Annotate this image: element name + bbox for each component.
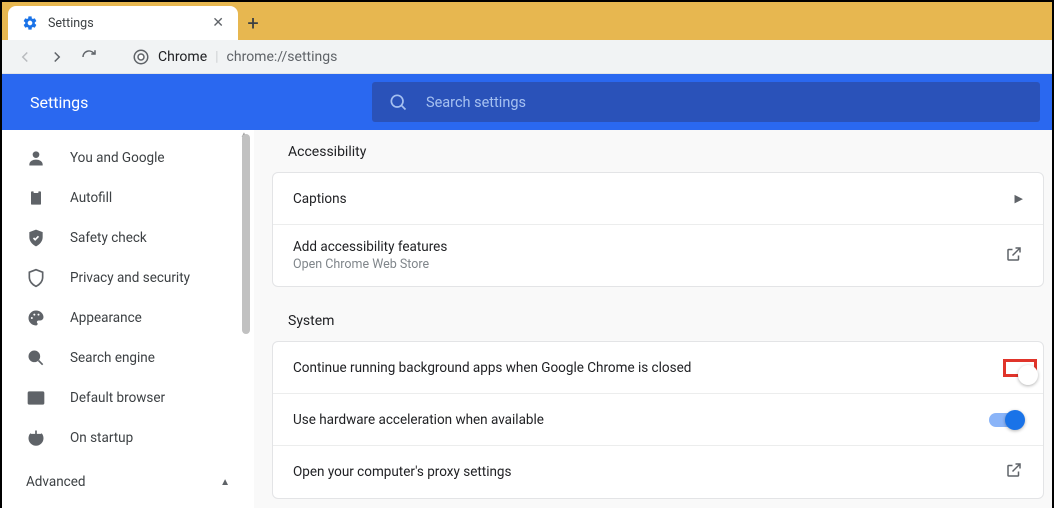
sidebar-item-appearance[interactable]: Appearance [2, 298, 254, 338]
advanced-label: Advanced [26, 474, 86, 490]
sidebar-item-safety-check[interactable]: Safety check [2, 218, 254, 258]
sidebar-advanced-toggle[interactable]: Advanced ▲ [2, 458, 254, 500]
chevron-right-icon: ▶ [1015, 192, 1023, 205]
chevron-up-icon: ▲ [220, 477, 230, 488]
sidebar-item-label: Appearance [70, 310, 142, 326]
row-label: Use hardware acceleration when available [293, 412, 544, 428]
add-accessibility-row[interactable]: Add accessibility features Open Chrome W… [273, 225, 1043, 286]
sidebar-item-label: Autofill [70, 190, 112, 206]
background-apps-row[interactable]: Continue running background apps when Go… [273, 342, 1043, 394]
shield-check-icon [26, 228, 46, 248]
chrome-icon [132, 48, 150, 66]
sidebar-item-label: Privacy and security [70, 270, 190, 286]
search-icon [388, 92, 408, 112]
search-settings[interactable] [372, 82, 1040, 122]
clipboard-icon [26, 188, 46, 208]
close-icon[interactable]: ✕ [212, 15, 224, 31]
forward-button[interactable] [48, 48, 66, 66]
hardware-accel-row[interactable]: Use hardware acceleration when available [273, 394, 1043, 446]
row-label: Captions [293, 191, 347, 207]
browser-window: Settings ✕ + Chrome | chrome://settings … [0, 0, 1054, 508]
reload-button[interactable] [80, 48, 98, 66]
tab-title: Settings [48, 16, 94, 31]
sidebar-item-label: Safety check [70, 230, 147, 246]
scrollbar-thumb[interactable] [242, 134, 250, 334]
sidebar-item-on-startup[interactable]: On startup [2, 418, 254, 458]
gear-icon [22, 15, 38, 31]
browser-tab-settings[interactable]: Settings ✕ [8, 6, 238, 40]
new-tab-button[interactable]: + [238, 6, 268, 40]
row-sublabel: Open Chrome Web Store [293, 257, 447, 272]
section-title-accessibility: Accessibility [272, 144, 1044, 172]
external-link-icon [1005, 461, 1023, 483]
address-bar[interactable]: Chrome | chrome://settings [132, 48, 337, 66]
sidebar-item-label: Search engine [70, 350, 155, 366]
shield-icon [26, 268, 46, 288]
url-origin: Chrome [158, 49, 207, 65]
captions-row[interactable]: Captions ▶ [273, 173, 1043, 225]
row-label: Open your computer's proxy settings [293, 464, 511, 480]
person-icon [26, 148, 46, 168]
sidebar-item-label: On startup [70, 430, 133, 446]
back-button[interactable] [16, 48, 34, 66]
proxy-row[interactable]: Open your computer's proxy settings [273, 446, 1043, 498]
browser-toolbar: Chrome | chrome://settings [2, 40, 1052, 74]
url-separator: | [215, 49, 218, 65]
settings-header: Settings [2, 74, 1052, 130]
system-card: Continue running background apps when Go… [272, 341, 1044, 499]
tab-strip: Settings ✕ + [2, 2, 1052, 40]
settings-body: ▲ You and Google Autofill Safety check P… [2, 130, 1052, 508]
section-title-system: System [272, 313, 1044, 341]
sidebar-item-autofill[interactable]: Autofill [2, 178, 254, 218]
palette-icon [26, 308, 46, 328]
search-icon [26, 348, 46, 368]
window-icon [26, 388, 46, 408]
row-label: Add accessibility features [293, 239, 447, 255]
row-label: Continue running background apps when Go… [293, 360, 691, 376]
accessibility-card: Captions ▶ Add accessibility features Op… [272, 172, 1044, 287]
sidebar-item-search-engine[interactable]: Search engine [2, 338, 254, 378]
sidebar-item-label: Default browser [70, 390, 165, 406]
sidebar: ▲ You and Google Autofill Safety check P… [2, 130, 254, 508]
page-title: Settings [2, 93, 372, 112]
external-link-icon [1005, 245, 1023, 267]
highlight-callout [1003, 359, 1037, 377]
search-input[interactable] [426, 94, 1024, 111]
sidebar-item-privacy[interactable]: Privacy and security [2, 258, 254, 298]
sidebar-item-label: You and Google [70, 150, 165, 166]
settings-content: Accessibility Captions ▶ Add accessibili… [254, 130, 1052, 508]
sidebar-item-default-browser[interactable]: Default browser [2, 378, 254, 418]
hardware-accel-toggle[interactable] [989, 413, 1023, 427]
sidebar-item-you-and-google[interactable]: You and Google [2, 138, 254, 178]
url-path: chrome://settings [227, 49, 338, 65]
power-icon [26, 428, 46, 448]
